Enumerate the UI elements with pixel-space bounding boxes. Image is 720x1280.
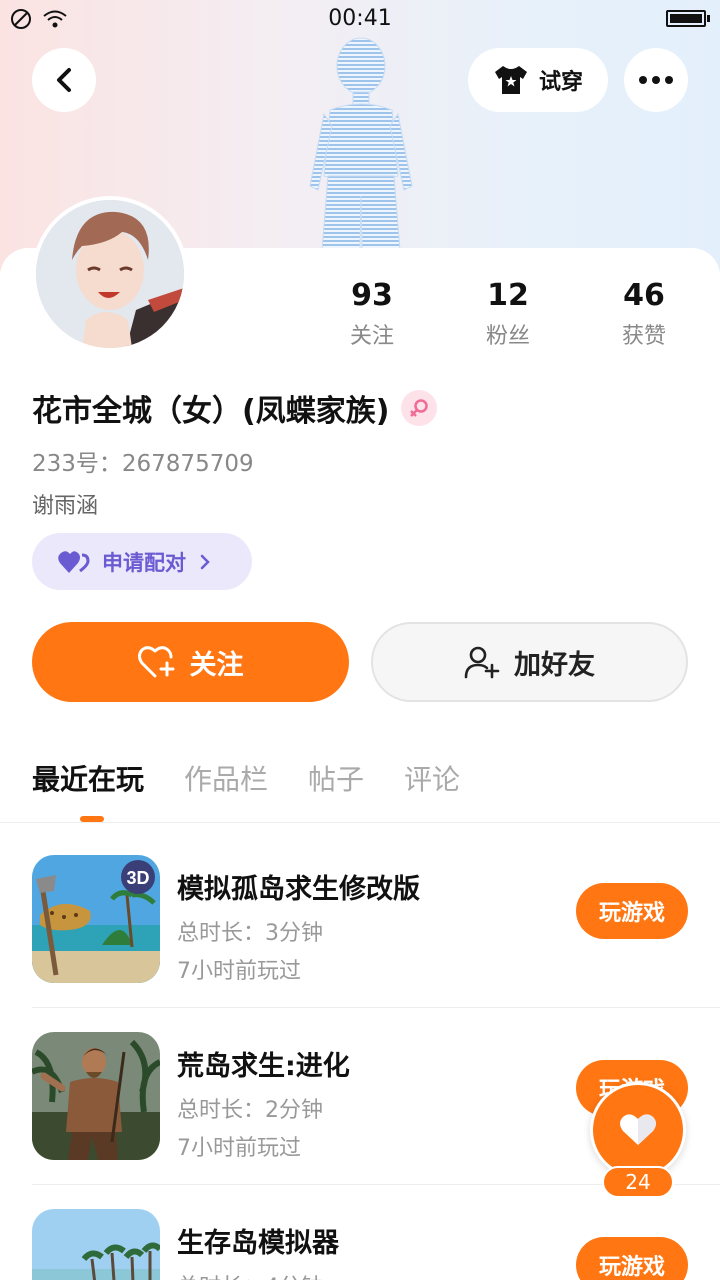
avatar-illustration bbox=[36, 200, 184, 348]
status-time: 00:41 bbox=[328, 6, 392, 31]
like-count: 24 bbox=[602, 1166, 674, 1198]
game-thumbnail: 3D bbox=[32, 855, 160, 983]
game-duration: 总时长：2分钟 bbox=[177, 1098, 323, 1123]
more-button[interactable] bbox=[624, 48, 688, 112]
game-list-item[interactable]: 3D 模拟孤岛求生修改版 总时长：3分钟 7小时前玩过 玩游戏 bbox=[32, 823, 720, 1000]
game-title: 模拟孤岛求生修改版 bbox=[177, 874, 420, 905]
stat-likes[interactable]: 46 获赞 bbox=[584, 278, 704, 350]
game-title: 生存岛模拟器 bbox=[177, 1228, 339, 1259]
back-button[interactable] bbox=[32, 48, 96, 112]
tab-comments[interactable]: 评论 bbox=[404, 758, 460, 798]
play-game-button[interactable]: 玩游戏 bbox=[576, 883, 688, 939]
try-on-label: 试穿 bbox=[538, 70, 583, 95]
stat-label: 粉丝 bbox=[485, 324, 530, 349]
user-id: 233号：267875709 bbox=[32, 451, 254, 477]
stat-value: 12 bbox=[487, 278, 529, 313]
female-icon bbox=[401, 390, 438, 426]
game-title: 荒岛求生:进化 bbox=[177, 1051, 350, 1082]
game-thumbnail bbox=[32, 1209, 160, 1280]
stat-value: 46 bbox=[623, 278, 665, 313]
chevron-left-icon bbox=[57, 68, 71, 92]
profile-bio: 谢雨涵 bbox=[32, 494, 99, 519]
tab-works[interactable]: 作品栏 bbox=[184, 758, 268, 798]
avatar[interactable] bbox=[32, 196, 188, 352]
game-thumbnail bbox=[32, 1032, 160, 1160]
stat-value: 93 bbox=[351, 278, 393, 313]
name-row: 花市全城（女）(凤蝶家族) bbox=[32, 386, 438, 430]
game-duration: 总时长：4分钟 bbox=[177, 1269, 323, 1280]
follow-label: 关注 bbox=[189, 649, 244, 681]
pair-label: 申请配对 bbox=[102, 550, 186, 575]
profile-name: 花市全城（女）(凤蝶家族) bbox=[32, 394, 390, 429]
heart-icon bbox=[620, 1114, 656, 1145]
heart-plus-icon bbox=[137, 646, 174, 678]
game-last-played: 7小时前玩过 bbox=[177, 959, 301, 984]
tshirt-icon bbox=[494, 66, 527, 94]
game-duration: 总时长：3分钟 bbox=[177, 921, 323, 946]
pair-heart-icon bbox=[58, 550, 90, 573]
game-badge: 3D bbox=[126, 868, 149, 888]
add-friend-label: 加好友 bbox=[514, 649, 595, 681]
try-on-button[interactable]: 试穿 bbox=[468, 48, 608, 112]
add-friend-button[interactable]: 加好友 bbox=[371, 622, 688, 702]
stat-label: 获赞 bbox=[621, 324, 666, 349]
tab-recently-played[interactable]: 最近在玩 bbox=[32, 758, 144, 798]
more-dots-icon bbox=[639, 76, 673, 84]
stat-followers[interactable]: 12 粉丝 bbox=[448, 278, 568, 350]
status-bar: 00:41 bbox=[0, 0, 720, 40]
add-user-icon bbox=[464, 646, 500, 679]
game-last-played: 7小时前玩过 bbox=[177, 1136, 301, 1161]
stat-label: 关注 bbox=[349, 324, 394, 349]
stat-following[interactable]: 93 关注 bbox=[312, 278, 432, 350]
avatar-3d-figure bbox=[309, 37, 413, 251]
like-button[interactable] bbox=[590, 1082, 686, 1178]
chevron-right-icon bbox=[200, 554, 210, 569]
play-game-button[interactable]: 玩游戏 bbox=[576, 1237, 688, 1280]
request-pair-button[interactable]: 申请配对 bbox=[32, 533, 252, 590]
profile-tabs: 最近在玩 作品栏 帖子 评论 bbox=[32, 758, 460, 798]
follow-button[interactable]: 关注 bbox=[32, 622, 349, 702]
battery-icon bbox=[666, 10, 710, 27]
tab-posts[interactable]: 帖子 bbox=[308, 758, 364, 798]
